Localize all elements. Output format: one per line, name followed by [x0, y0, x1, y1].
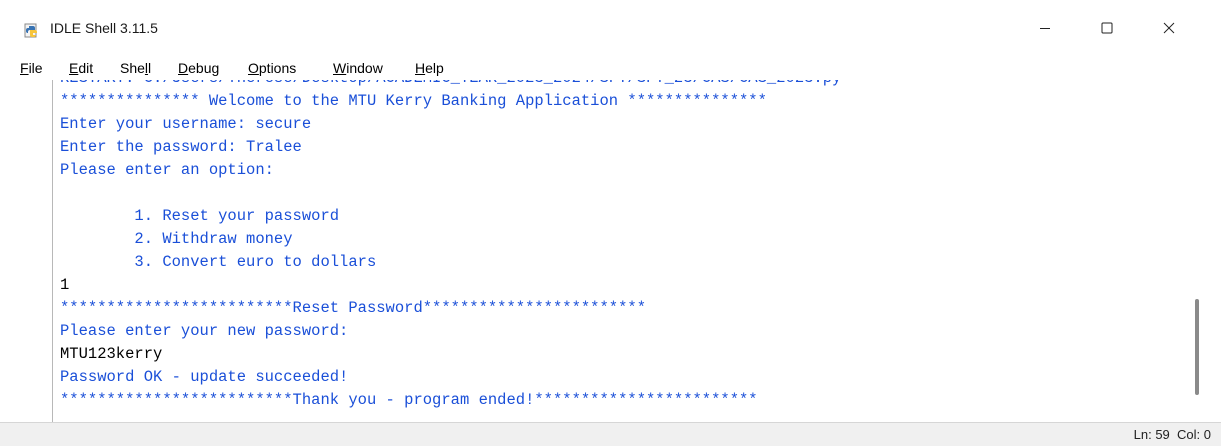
shell-output-line: Enter the password: Tralee: [60, 138, 302, 156]
menu-file[interactable]: File: [20, 60, 43, 76]
maximize-icon: [1101, 22, 1113, 34]
shell-output-line: 3. Convert euro to dollars: [60, 253, 377, 271]
status-bar: Ln: 59 Col: 0: [0, 422, 1221, 446]
clipped-restart-line: RESTART: C:/Users/Therese/Desktop/ACADEM…: [60, 80, 841, 90]
shell-output-line: *************************Thank you - pro…: [60, 391, 758, 409]
cursor-position: Ln: 59 Col: 0: [1134, 427, 1211, 442]
title-bar: IDLE Shell 3.11.5: [0, 0, 1221, 56]
shell-output-line: Enter your username: secure: [60, 115, 312, 133]
menu-debug[interactable]: Debug: [178, 60, 219, 76]
left-margin: [0, 80, 38, 422]
python-idle-icon: [24, 23, 37, 38]
shell-text-area[interactable]: RESTART: C:/Users/Therese/Desktop/ACADEM…: [0, 80, 1221, 422]
shell-output-line: Please enter an option:: [60, 161, 274, 179]
menu-window[interactable]: Window: [333, 60, 383, 76]
shell-output-line: 2. Withdraw money: [60, 230, 293, 248]
gutter-divider: [52, 80, 53, 422]
scrollbar-thumb[interactable]: [1195, 299, 1199, 395]
window-title: IDLE Shell 3.11.5: [50, 20, 158, 36]
shell-input-line: 1: [60, 276, 70, 294]
vertical-scrollbar[interactable]: [1190, 80, 1204, 422]
maximize-button[interactable]: [1084, 0, 1130, 56]
menu-bar: File Edit Shell Debug Options Window Hel…: [0, 56, 1221, 80]
shell-output[interactable]: RESTART: C:/Users/Therese/Desktop/ACADEM…: [60, 80, 1180, 422]
shell-output-line: *************** Welcome to the MTU Kerry…: [60, 92, 767, 110]
close-button[interactable]: [1146, 0, 1192, 56]
shell-output-line: *************************Reset Password*…: [60, 299, 646, 317]
minimize-icon: [1040, 28, 1050, 29]
shell-input-line: MTU123kerry: [60, 345, 163, 363]
close-icon: [1163, 22, 1175, 34]
menu-help[interactable]: Help: [415, 60, 444, 76]
shell-output-line: 1. Reset your password: [60, 207, 340, 225]
status-col: Col: 0: [1177, 427, 1211, 442]
menu-shell[interactable]: Shell: [120, 60, 151, 76]
status-line: Ln: 59: [1133, 427, 1170, 442]
shell-output-line: Please enter your new password:: [60, 322, 349, 340]
shell-output-line: Password OK - update succeeded!: [60, 368, 349, 386]
menu-options[interactable]: Options: [248, 60, 296, 76]
menu-edit[interactable]: Edit: [69, 60, 93, 76]
minimize-button[interactable]: [1022, 0, 1068, 56]
